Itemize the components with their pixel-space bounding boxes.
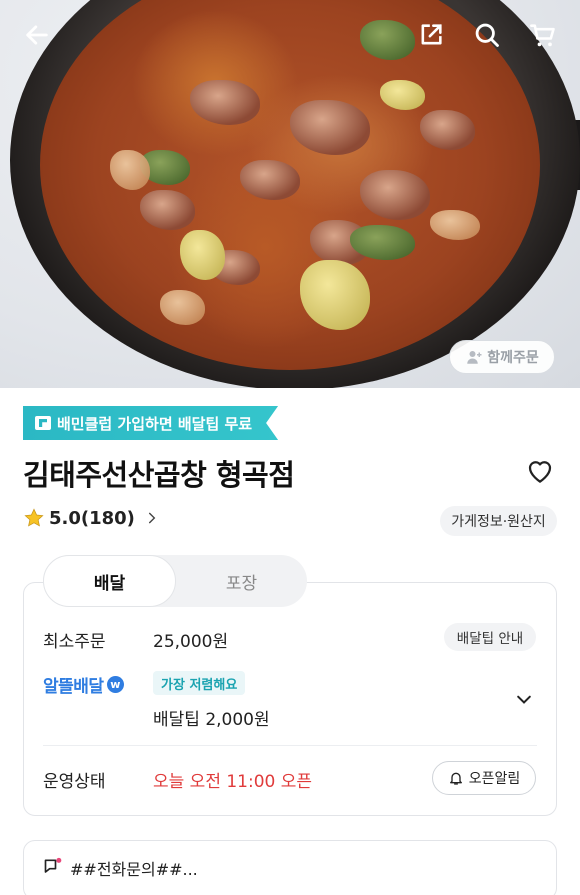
- search-icon: [475, 23, 499, 47]
- order-type-tabs: 배달 포장: [43, 555, 307, 607]
- open-alert-button[interactable]: 오픈알림: [432, 761, 536, 795]
- store-info-button[interactable]: 가게정보·원산지: [440, 506, 557, 536]
- notice-text: ##전화문의##...: [70, 860, 198, 879]
- cart-button[interactable]: [526, 18, 560, 52]
- open-alert-label: 오픈알림: [468, 771, 521, 787]
- status-label: 운영상태: [43, 772, 106, 792]
- share-button[interactable]: [414, 18, 448, 52]
- delivery-tip-info-button[interactable]: 배달팁 안내: [444, 623, 536, 651]
- delivery-tip-value: 배달팁 2,000원: [153, 710, 270, 730]
- tab-pickup[interactable]: 포장: [176, 555, 307, 607]
- cheapest-badge: 가장 저렴해요: [153, 671, 246, 695]
- tab-delivery[interactable]: 배달: [43, 555, 176, 607]
- club-logo-icon: [35, 416, 51, 430]
- min-order-label: 최소주문: [43, 632, 106, 652]
- notice-icon: [44, 857, 62, 873]
- search-button[interactable]: [470, 18, 504, 52]
- star-icon: [24, 508, 44, 527]
- back-button[interactable]: [20, 18, 54, 52]
- baemin-club-banner[interactable]: 배민클럽 가입하면 배달팁 무료: [23, 406, 278, 440]
- open-time-status: 오늘 오전 11:00 오픈: [153, 772, 313, 792]
- club-banner-text: 배민클럽 가입하면 배달팁 무료: [57, 414, 253, 433]
- bell-icon: [449, 772, 462, 785]
- store-hero-image: 함께주문: [0, 0, 580, 388]
- cart-icon: [530, 24, 555, 47]
- share-icon: [421, 24, 442, 45]
- chevron-right-icon: [148, 512, 156, 524]
- add-person-icon: [467, 351, 482, 364]
- together-order-label: 함께주문: [487, 350, 539, 366]
- w-logo-icon: w: [106, 676, 124, 693]
- chevron-down-icon[interactable]: [514, 690, 534, 710]
- rating-value: 5.0(180): [49, 507, 135, 529]
- arrow-left-icon: [26, 25, 48, 45]
- divider: [43, 745, 537, 746]
- alttle-delivery-label: 알뜰배달: [43, 677, 104, 697]
- rating-link[interactable]: 5.0(180): [23, 507, 159, 529]
- store-name: 김태주선산곱창 형곡점: [23, 458, 295, 492]
- min-order-value: 25,000원: [153, 632, 229, 652]
- together-order-button[interactable]: 함께주문: [449, 340, 555, 374]
- alttle-delivery-logo: 알뜰배달 w: [43, 672, 124, 697]
- favorite-heart-icon[interactable]: [525, 456, 555, 486]
